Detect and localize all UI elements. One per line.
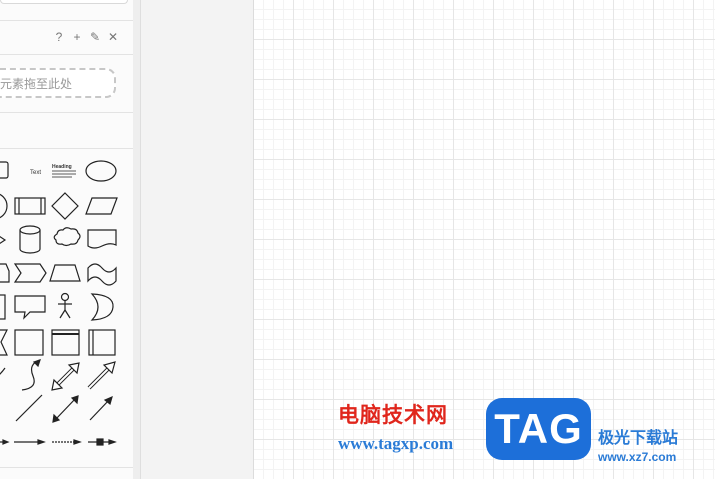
labeled-connector-shape[interactable] <box>52 439 82 445</box>
line-shape[interactable] <box>15 394 43 422</box>
drop-zone-text: 元素拖至此处 <box>0 76 73 91</box>
actor-shape[interactable] <box>58 292 72 319</box>
document-shape[interactable] <box>87 229 117 249</box>
add-icon[interactable]: + <box>71 30 83 44</box>
diagram-canvas[interactable] <box>253 0 715 479</box>
list-shape[interactable] <box>88 329 116 356</box>
edit-icon[interactable]: ✎ <box>89 30 101 44</box>
cylinder-shape[interactable] <box>19 225 41 254</box>
close-icon[interactable]: ✕ <box>107 30 119 44</box>
watermark-site-name: 极光下载站 <box>598 428 679 447</box>
process-shape[interactable] <box>14 197 46 215</box>
text-shape[interactable]: Text <box>30 170 41 176</box>
or-shape[interactable] <box>90 293 114 321</box>
parallelogram-shape[interactable] <box>85 197 118 215</box>
divider <box>0 112 133 113</box>
watermark-site-url: www.xz7.com <box>598 450 677 464</box>
heading-shape-label: Heading <box>52 164 72 170</box>
watermark-title: 电脑技术网 <box>338 403 448 427</box>
cross-shape[interactable] <box>0 329 8 356</box>
cloud-shape[interactable] <box>53 227 81 247</box>
arrow-shape[interactable] <box>87 361 116 390</box>
help-icon[interactable]: ? <box>53 30 65 44</box>
connector-shape[interactable] <box>14 439 46 445</box>
trapezoid-shape[interactable] <box>49 264 81 282</box>
connector-with-label-shape[interactable] <box>88 438 117 446</box>
watermark-right: 极光下载站 www.xz7.com <box>598 428 678 464</box>
divider <box>0 20 133 21</box>
divider <box>0 467 133 468</box>
divider <box>0 54 133 55</box>
watermark-url: www.tagxp.com <box>338 434 454 453</box>
link-shape[interactable] <box>0 439 10 445</box>
s-curve-arrow-head <box>32 359 41 368</box>
watermark-badge-text: TAG <box>494 405 583 452</box>
diamond-shape[interactable] <box>51 192 79 220</box>
card-shape[interactable] <box>0 263 10 283</box>
search-box-edge[interactable] <box>0 0 128 4</box>
scratchpad-toolbar: ? + ✎ ✕ <box>53 30 119 44</box>
step-shape[interactable] <box>13 263 47 283</box>
sidebar-resize-handle[interactable] <box>133 0 141 479</box>
square-shape[interactable] <box>14 329 44 356</box>
ellipse-shape[interactable] <box>85 160 117 182</box>
tape-shape[interactable] <box>87 263 117 286</box>
curve-shape[interactable] <box>0 367 6 378</box>
scratchpad-drop-zone[interactable]: 元素拖至此处 <box>0 68 116 98</box>
rounded-rectangle-shape[interactable] <box>0 161 9 179</box>
watermark-left: 电脑技术网 www.tagxp.com <box>338 402 453 454</box>
shape-palette: Text Heading <box>0 160 118 446</box>
watermark-badge: TAG <box>486 398 591 460</box>
bidirectional-arrow-shape[interactable] <box>51 362 80 391</box>
callout-shape[interactable] <box>14 295 46 320</box>
bidirectional-connector-shape[interactable] <box>52 395 79 423</box>
divider <box>0 148 133 149</box>
directional-connector-shape[interactable] <box>89 395 113 421</box>
rectangle-shape[interactable] <box>0 294 6 320</box>
heading-shape[interactable]: Heading <box>52 164 76 178</box>
circle-shape[interactable] <box>0 193 8 219</box>
shapes-sidebar: ? + ✎ ✕ 元素拖至此处 Text Heading <box>0 0 133 479</box>
container-shape[interactable] <box>51 329 80 356</box>
triangle-shape[interactable] <box>0 234 7 246</box>
